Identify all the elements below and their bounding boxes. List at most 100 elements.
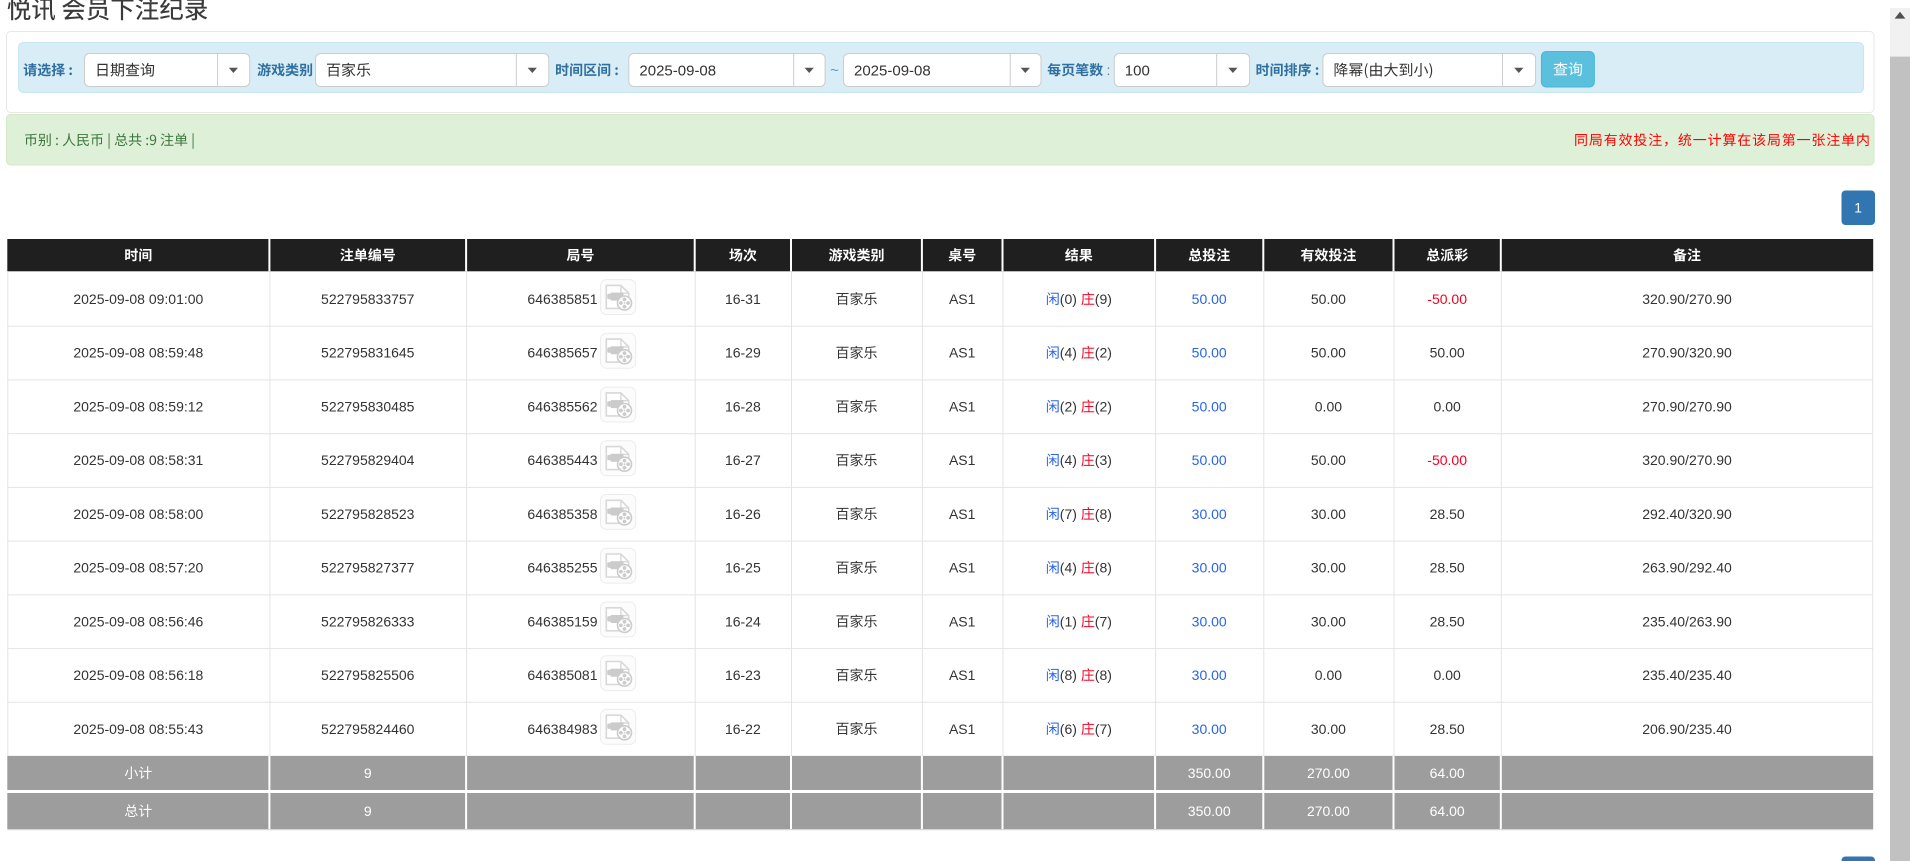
svg-text:AS1: AS1 [949, 452, 976, 468]
svg-text:16-28: 16-28 [725, 398, 761, 414]
svg-text:522795833757: 522795833757 [321, 291, 415, 307]
svg-text:50.00: 50.00 [1311, 291, 1346, 307]
svg-text:(4): (4) [1060, 345, 1077, 361]
svg-text:2025-09-08 08:57:20: 2025-09-08 08:57:20 [73, 560, 203, 576]
svg-text:522795829404: 522795829404 [321, 452, 415, 468]
svg-text:646385443: 646385443 [527, 452, 597, 468]
svg-text:100: 100 [1125, 62, 1150, 79]
svg-text:2025-09-08 08:58:00: 2025-09-08 08:58:00 [73, 506, 203, 522]
svg-text:350.00: 350.00 [1188, 803, 1231, 819]
svg-text:2025-09-08 08:59:48: 2025-09-08 08:59:48 [73, 345, 203, 361]
svg-text:30.00: 30.00 [1311, 506, 1346, 522]
svg-text:(4): (4) [1060, 560, 1077, 576]
svg-text:522795826333: 522795826333 [321, 613, 415, 629]
svg-text:30.00: 30.00 [1192, 667, 1227, 683]
svg-text:64.00: 64.00 [1430, 765, 1465, 781]
svg-text:2025-09-08: 2025-09-08 [854, 62, 931, 79]
svg-text:-50.00: -50.00 [1427, 452, 1467, 468]
svg-text:(2): (2) [1095, 345, 1112, 361]
svg-text:50.00: 50.00 [1192, 452, 1227, 468]
svg-text:28.50: 28.50 [1430, 560, 1465, 576]
svg-text:30.00: 30.00 [1311, 613, 1346, 629]
svg-text:50.00: 50.00 [1192, 345, 1227, 361]
svg-text:522795824460: 522795824460 [321, 721, 415, 737]
svg-text:30.00: 30.00 [1311, 560, 1346, 576]
svg-text:50.00: 50.00 [1311, 452, 1346, 468]
svg-text:30.00: 30.00 [1192, 506, 1227, 522]
svg-text:30.00: 30.00 [1192, 721, 1227, 737]
svg-text:16-27: 16-27 [725, 452, 761, 468]
svg-text:646385657: 646385657 [527, 345, 597, 361]
svg-text:16-23: 16-23 [725, 667, 761, 683]
svg-text:(1): (1) [1060, 613, 1077, 629]
svg-text:646385255: 646385255 [527, 560, 597, 576]
svg-text:-50.00: -50.00 [1427, 291, 1467, 307]
svg-text:(8): (8) [1095, 506, 1112, 522]
svg-text:(4): (4) [1060, 452, 1077, 468]
svg-text:(8): (8) [1095, 560, 1112, 576]
svg-text:~: ~ [830, 62, 839, 79]
svg-text:1: 1 [1854, 200, 1862, 216]
svg-text:(0): (0) [1060, 291, 1077, 307]
svg-text:350.00: 350.00 [1188, 765, 1231, 781]
svg-text:28.50: 28.50 [1430, 613, 1465, 629]
svg-text:30.00: 30.00 [1311, 721, 1346, 737]
svg-text:AS1: AS1 [949, 613, 976, 629]
svg-text:(8): (8) [1095, 667, 1112, 683]
svg-text:270.90/270.90: 270.90/270.90 [1642, 398, 1732, 414]
svg-text:646385851: 646385851 [527, 291, 597, 307]
svg-text:AS1: AS1 [949, 667, 976, 683]
svg-text:(2): (2) [1060, 398, 1077, 414]
svg-text:9: 9 [364, 803, 372, 819]
svg-text:292.40/320.90: 292.40/320.90 [1642, 506, 1732, 522]
svg-text:270.00: 270.00 [1307, 765, 1350, 781]
svg-text:646385562: 646385562 [527, 398, 597, 414]
svg-text:AS1: AS1 [949, 291, 976, 307]
svg-text:522795827377: 522795827377 [321, 560, 415, 576]
svg-text:30.00: 30.00 [1192, 613, 1227, 629]
svg-text:(7): (7) [1095, 613, 1112, 629]
svg-text:50.00: 50.00 [1311, 345, 1346, 361]
svg-text:(2): (2) [1095, 398, 1112, 414]
svg-text:AS1: AS1 [949, 345, 976, 361]
svg-text:320.90/270.90: 320.90/270.90 [1642, 291, 1732, 307]
svg-text:2025-09-08 09:01:00: 2025-09-08 09:01:00 [73, 291, 203, 307]
svg-text:2025-09-08 08:55:43: 2025-09-08 08:55:43 [73, 721, 203, 737]
svg-text:16-24: 16-24 [725, 613, 761, 629]
svg-text:(3): (3) [1095, 452, 1112, 468]
svg-text:646384983: 646384983 [527, 721, 597, 737]
svg-text:263.90/292.40: 263.90/292.40 [1642, 560, 1732, 576]
svg-text:2025-09-08 08:58:31: 2025-09-08 08:58:31 [73, 452, 203, 468]
svg-text:0.00: 0.00 [1434, 667, 1461, 683]
svg-text:646385159: 646385159 [527, 613, 597, 629]
svg-text:28.50: 28.50 [1430, 721, 1465, 737]
svg-text:2025-09-08: 2025-09-08 [639, 62, 716, 79]
svg-text::: : [1107, 62, 1111, 78]
svg-text:522795831645: 522795831645 [321, 345, 415, 361]
svg-text:28.50: 28.50 [1430, 506, 1465, 522]
svg-text:(9): (9) [1095, 291, 1112, 307]
svg-text:9: 9 [364, 765, 372, 781]
svg-text:522795828523: 522795828523 [321, 506, 415, 522]
svg-text:646385358: 646385358 [527, 506, 597, 522]
svg-text:522795825506: 522795825506 [321, 667, 415, 683]
svg-text:50.00: 50.00 [1430, 345, 1465, 361]
svg-text:320.90/270.90: 320.90/270.90 [1642, 452, 1732, 468]
svg-text:2025-09-08 08:59:12: 2025-09-08 08:59:12 [73, 398, 203, 414]
svg-text:AS1: AS1 [949, 398, 976, 414]
svg-text:16-25: 16-25 [725, 560, 761, 576]
svg-text:0.00: 0.00 [1315, 398, 1342, 414]
svg-text:270.90/320.90: 270.90/320.90 [1642, 345, 1732, 361]
svg-text:(6): (6) [1060, 721, 1077, 737]
svg-text:(7): (7) [1095, 721, 1112, 737]
svg-text:30.00: 30.00 [1192, 560, 1227, 576]
svg-text:2025-09-08 08:56:46: 2025-09-08 08:56:46 [73, 613, 203, 629]
svg-text:206.90/235.40: 206.90/235.40 [1642, 721, 1732, 737]
svg-text:270.00: 270.00 [1307, 803, 1350, 819]
svg-text:0.00: 0.00 [1315, 667, 1342, 683]
svg-text:522795830485: 522795830485 [321, 398, 415, 414]
svg-text:16-22: 16-22 [725, 721, 761, 737]
svg-text:2025-09-08 08:56:18: 2025-09-08 08:56:18 [73, 667, 203, 683]
svg-text:235.40/263.90: 235.40/263.90 [1642, 613, 1732, 629]
svg-text:16-26: 16-26 [725, 506, 761, 522]
